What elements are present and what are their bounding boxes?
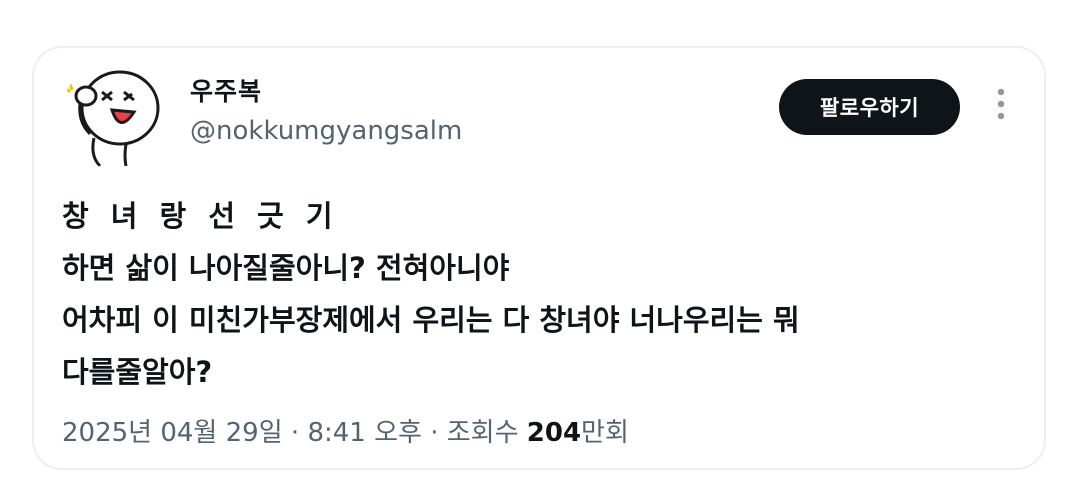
views-prefix: 조회수 bbox=[446, 418, 519, 448]
views-count: 204 bbox=[526, 418, 582, 448]
tweet-line: 창 녀 랑 선 긋 기 bbox=[62, 199, 339, 233]
cartoon-face-avatar-icon bbox=[64, 70, 160, 168]
meta-separator: · bbox=[430, 418, 439, 448]
tweet-line: 어차피 이 미친가부장제에서 우리는 다 창녀야 너나우리는 뭐 bbox=[62, 303, 800, 337]
tweet-line: 다를줄알아? bbox=[62, 355, 213, 389]
tweet-text: 창 녀 랑 선 긋 기 하면 삶이 나아질줄아니? 전혀아니야 어차피 이 미친… bbox=[62, 190, 1022, 398]
tweet-time[interactable]: 8:41 오후 bbox=[307, 418, 422, 448]
tweet-date[interactable]: 2025년 04월 29일 bbox=[62, 418, 283, 448]
author-handle[interactable]: @nokkumgyangsalm bbox=[190, 116, 462, 146]
views-unit: 만회 bbox=[581, 418, 629, 448]
author-display-name[interactable]: 우주복 bbox=[190, 72, 262, 108]
tweet-metadata: 2025년 04월 29일 · 8:41 오후 · 조회수 204만회 bbox=[62, 412, 629, 449]
meta-separator: · bbox=[290, 418, 300, 448]
more-vertical-icon bbox=[997, 88, 1005, 120]
tweet-line: 하면 삶이 나아질줄아니? 전혀아니야 bbox=[62, 251, 510, 285]
avatar[interactable] bbox=[60, 64, 164, 168]
follow-button[interactable]: 팔로우하기 bbox=[779, 79, 960, 135]
more-options-button[interactable] bbox=[986, 84, 1016, 124]
